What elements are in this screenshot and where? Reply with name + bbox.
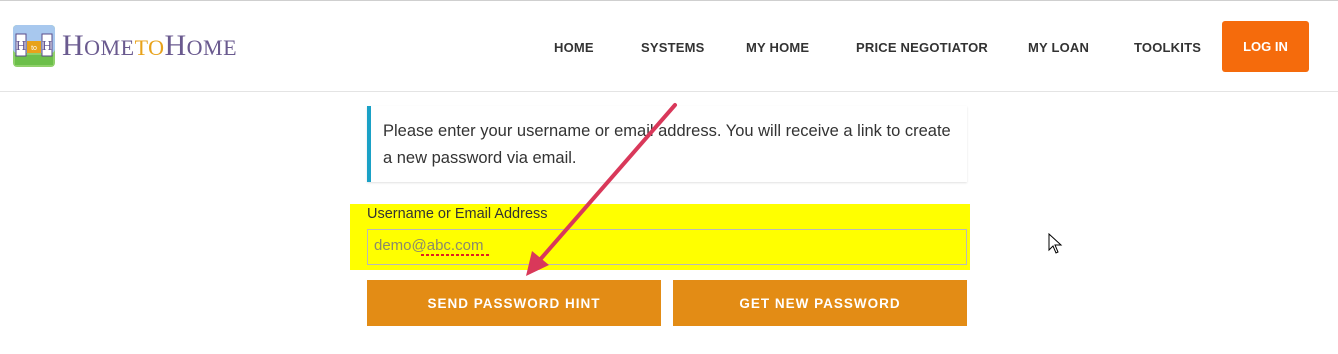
site-logo[interactable]: H H to HOMETOHOME [12, 22, 237, 70]
info-message: Please enter your username or email addr… [367, 106, 967, 182]
nav-toolkits[interactable]: TOOLKITS [1134, 40, 1201, 55]
login-button[interactable]: LOG IN [1222, 21, 1309, 72]
nav-my-loan[interactable]: MY LOAN [1028, 40, 1089, 55]
nav-my-home[interactable]: MY HOME [746, 40, 809, 55]
header-divider [0, 91, 1338, 92]
svg-text:H: H [16, 39, 26, 54]
svg-text:to: to [31, 45, 37, 52]
info-message-text: Please enter your username or email addr… [383, 122, 951, 167]
site-header: H H to HOMETOHOME HOME SYSTEMS MY HOME P… [0, 1, 1338, 91]
nav-home[interactable]: HOME [554, 40, 594, 55]
svg-text:H: H [42, 39, 52, 54]
username-label: Username or Email Address [367, 206, 548, 222]
nav-systems[interactable]: SYSTEMS [641, 40, 705, 55]
nav-price-negotiator[interactable]: PRICE NEGOTIATOR [856, 40, 988, 55]
send-password-hint-button[interactable]: SEND PASSWORD HINT [367, 280, 661, 326]
mouse-cursor-icon [1048, 233, 1063, 254]
house-logo-icon: H H to [13, 25, 55, 67]
brand-name: HOMETOHOME [62, 29, 238, 62]
get-new-password-button[interactable]: GET NEW PASSWORD [673, 280, 967, 326]
username-input-value: demo@abc.com [374, 237, 484, 254]
spellcheck-underline [421, 254, 491, 256]
